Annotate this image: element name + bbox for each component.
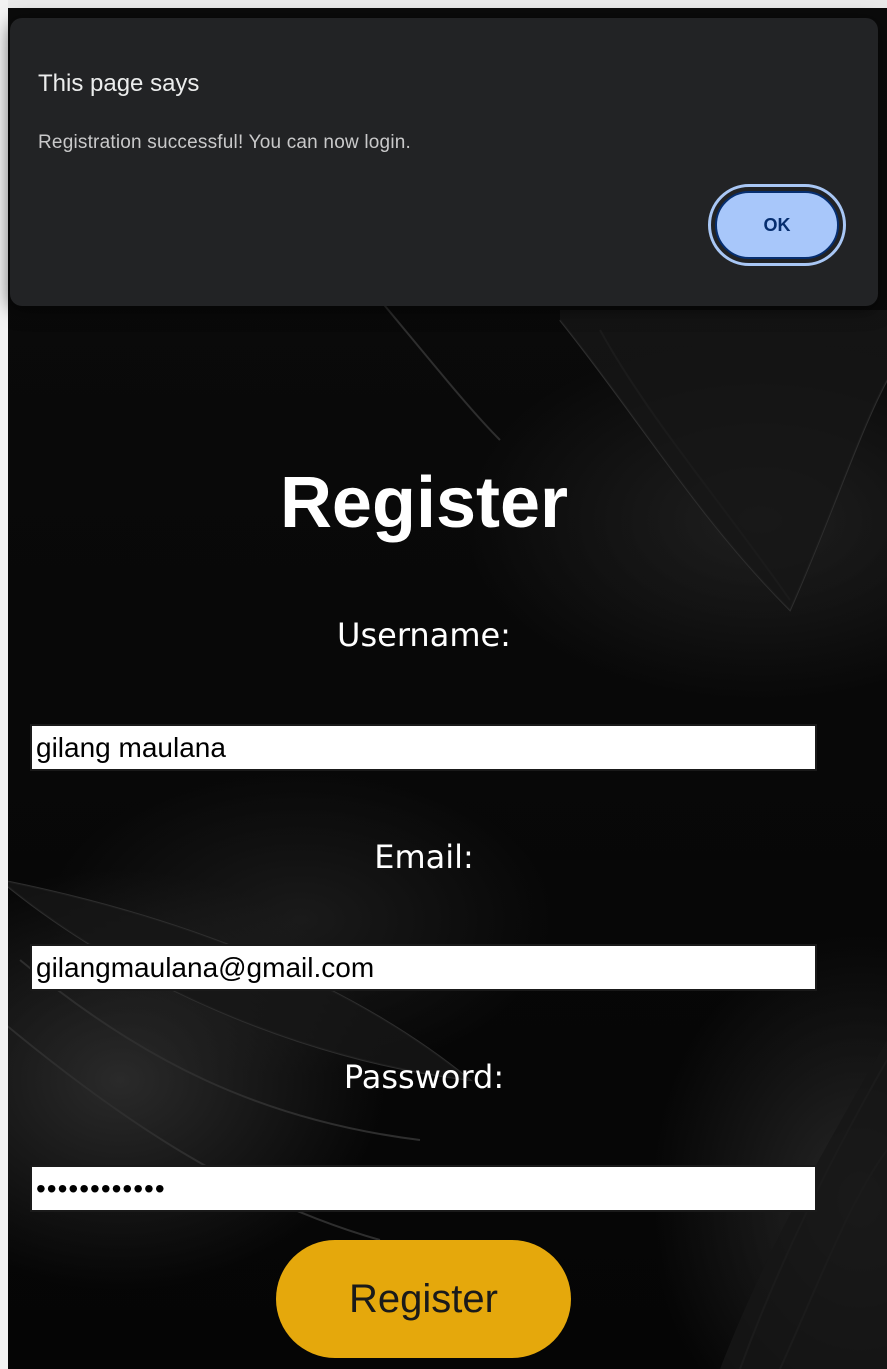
ok-button[interactable]: OK	[708, 184, 846, 266]
dialog-title: This page says	[38, 70, 200, 97]
browser-edge-left	[0, 0, 8, 1369]
password-input[interactable]	[30, 1165, 817, 1212]
password-label: Password:	[343, 1058, 505, 1096]
email-label: Email:	[374, 838, 474, 876]
page: This page says Registration successful! …	[0, 0, 887, 1369]
register-button[interactable]: Register	[276, 1240, 571, 1358]
username-input[interactable]	[30, 724, 817, 771]
email-input[interactable]	[30, 944, 817, 991]
page-title: Register	[279, 463, 569, 543]
alert-dialog: This page says Registration successful! …	[10, 18, 878, 306]
dialog-message: Registration successful! You can now log…	[38, 132, 411, 153]
ok-button-label: OK	[715, 191, 839, 259]
browser-edge-top	[0, 0, 887, 8]
username-label: Username:	[337, 616, 511, 654]
